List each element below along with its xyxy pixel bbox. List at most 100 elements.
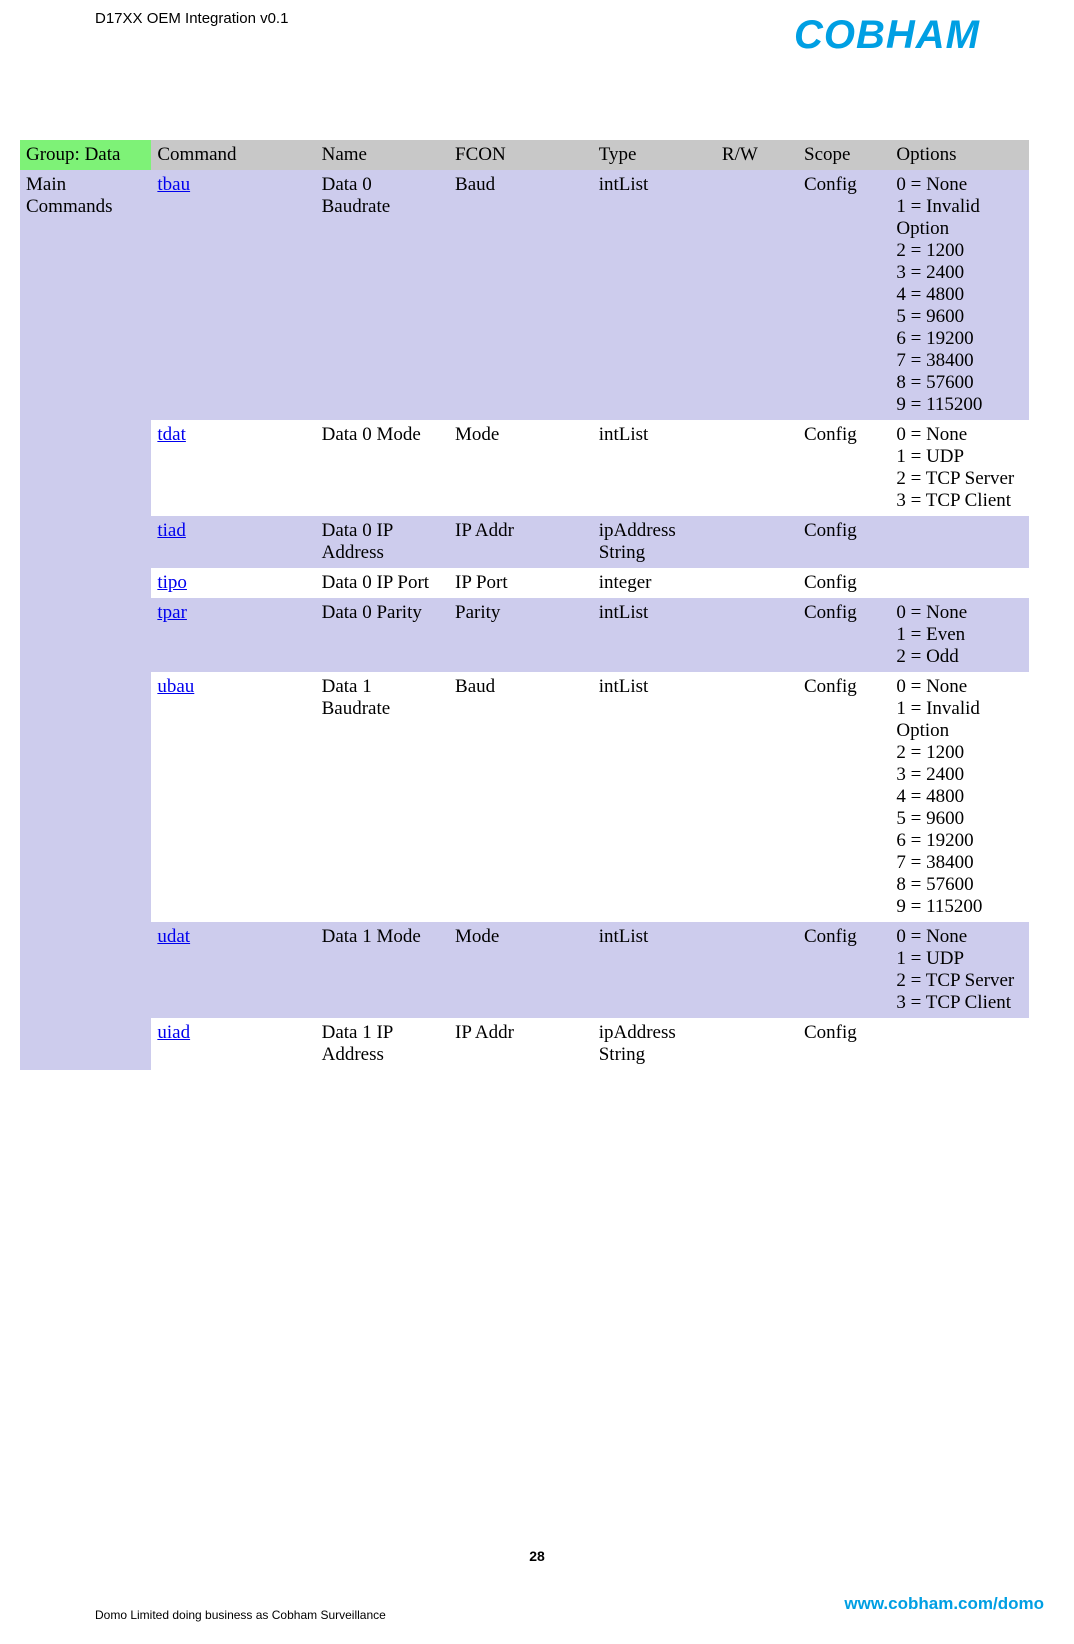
option-line: 1 = UDP: [896, 446, 1023, 468]
cell-rw: [716, 598, 798, 672]
option-line: 5 = 9600: [896, 808, 1023, 830]
cell-scope: Config: [798, 922, 890, 1018]
cell-name: Data 0 Mode: [316, 420, 449, 516]
cell-fcon: IP Addr: [449, 516, 593, 568]
option-line: 6 = 19200: [896, 328, 1023, 350]
header-scope: Scope: [798, 140, 890, 170]
option-line: 4 = 4800: [896, 786, 1023, 808]
cell-fcon: Baud: [449, 170, 593, 420]
option-line: 1 = Even: [896, 624, 1023, 646]
header-group: Group: Data: [20, 140, 151, 170]
cell-rw: [716, 672, 798, 922]
cell-rw: [716, 420, 798, 516]
cell-rw: [716, 516, 798, 568]
cell-name: Data 0 Baudrate: [316, 170, 449, 420]
header-rw: R/W: [716, 140, 798, 170]
option-line: 2 = 1200: [896, 742, 1023, 764]
cell-type: ipAddress String: [593, 1018, 716, 1070]
cell-scope: Config: [798, 568, 890, 598]
option-line: 9 = 115200: [896, 896, 1023, 918]
cell-options: 0 = None1 = UDP2 = TCP Server3 = TCP Cli…: [890, 420, 1029, 516]
table-row: tparData 0 ParityParityintListConfig0 = …: [20, 598, 1029, 672]
row-group-label: Main Commands: [20, 170, 151, 1070]
option-line: 1 = Invalid Option: [896, 196, 1023, 240]
cell-fcon: Parity: [449, 598, 593, 672]
command-link[interactable]: tbau: [157, 174, 190, 195]
option-line: 2 = TCP Server: [896, 468, 1023, 490]
option-line: 3 = TCP Client: [896, 992, 1023, 1014]
cell-scope: Config: [798, 420, 890, 516]
option-line: 3 = 2400: [896, 764, 1023, 786]
cell-options: 0 = None1 = Even2 = Odd: [890, 598, 1029, 672]
option-line: 7 = 38400: [896, 852, 1023, 874]
header-command: Command: [151, 140, 315, 170]
option-line: 0 = None: [896, 602, 1023, 624]
header-name: Name: [316, 140, 449, 170]
cell-type: ipAddress String: [593, 516, 716, 568]
page-number: 28: [0, 1548, 1074, 1564]
cell-fcon: IP Port: [449, 568, 593, 598]
cell-options: [890, 1018, 1029, 1070]
cobham-logo: COBHAM: [794, 12, 1044, 60]
cell-type: integer: [593, 568, 716, 598]
footer-url: www.cobham.com/domo: [844, 1594, 1044, 1614]
command-link[interactable]: tpar: [157, 602, 187, 623]
option-line: 1 = UDP: [896, 948, 1023, 970]
cell-command: tdat: [151, 420, 315, 516]
option-line: 8 = 57600: [896, 372, 1023, 394]
cell-command: tiad: [151, 516, 315, 568]
header-type: Type: [593, 140, 716, 170]
cell-fcon: IP Addr: [449, 1018, 593, 1070]
option-line: 7 = 38400: [896, 350, 1023, 372]
cell-scope: Config: [798, 598, 890, 672]
option-line: 0 = None: [896, 926, 1023, 948]
option-line: 3 = TCP Client: [896, 490, 1023, 512]
table-row: udatData 1 ModeModeintListConfig0 = None…: [20, 922, 1029, 1018]
command-link[interactable]: ubau: [157, 676, 194, 697]
cell-options: [890, 516, 1029, 568]
command-link[interactable]: uiad: [157, 1022, 190, 1043]
cell-options: 0 = None1 = Invalid Option2 = 12003 = 24…: [890, 170, 1029, 420]
document-title: D17XX OEM Integration v0.1: [95, 10, 288, 27]
command-link[interactable]: tiad: [157, 520, 186, 541]
cell-name: Data 0 IP Address: [316, 516, 449, 568]
table-row: ubauData 1 BaudrateBaudintListConfig0 = …: [20, 672, 1029, 922]
cell-options: 0 = None1 = Invalid Option2 = 12003 = 24…: [890, 672, 1029, 922]
option-line: 0 = None: [896, 424, 1023, 446]
table-row: Main CommandstbauData 0 BaudrateBaudintL…: [20, 170, 1029, 420]
cell-fcon: Mode: [449, 922, 593, 1018]
command-link[interactable]: udat: [157, 926, 190, 947]
option-line: 6 = 19200: [896, 830, 1023, 852]
cell-scope: Config: [798, 170, 890, 420]
option-line: 8 = 57600: [896, 874, 1023, 896]
option-line: 1 = Invalid Option: [896, 698, 1023, 742]
option-line: 2 = 1200: [896, 240, 1023, 262]
option-line: 2 = TCP Server: [896, 970, 1023, 992]
cell-options: 0 = None1 = UDP2 = TCP Server3 = TCP Cli…: [890, 922, 1029, 1018]
table-row: tipo Data 0 IP PortIP Portinteger Config: [20, 568, 1029, 598]
cell-scope: Config: [798, 516, 890, 568]
cell-command: tpar: [151, 598, 315, 672]
command-link[interactable]: tipo: [157, 572, 187, 593]
header-fcon: FCON: [449, 140, 593, 170]
svg-text:COBHAM: COBHAM: [794, 13, 981, 57]
option-line: 5 = 9600: [896, 306, 1023, 328]
cell-options: [890, 568, 1029, 598]
cell-name: Data 0 IP Port: [316, 568, 449, 598]
option-line: 3 = 2400: [896, 262, 1023, 284]
option-line: 0 = None: [896, 676, 1023, 698]
cell-rw: [716, 568, 798, 598]
cell-name: Data 0 Parity: [316, 598, 449, 672]
cell-rw: [716, 170, 798, 420]
table-row: uiadData 1 IP AddressIP AddripAddress St…: [20, 1018, 1029, 1070]
cell-command: tipo: [151, 568, 315, 598]
command-link[interactable]: tdat: [157, 424, 186, 445]
option-line: 4 = 4800: [896, 284, 1023, 306]
cell-type: intList: [593, 420, 716, 516]
cell-fcon: Mode: [449, 420, 593, 516]
cell-command: tbau: [151, 170, 315, 420]
cell-type: intList: [593, 672, 716, 922]
cell-scope: Config: [798, 1018, 890, 1070]
commands-table: Group: Data Command Name FCON Type R/W S…: [20, 140, 1029, 1070]
option-line: 2 = Odd: [896, 646, 1023, 668]
